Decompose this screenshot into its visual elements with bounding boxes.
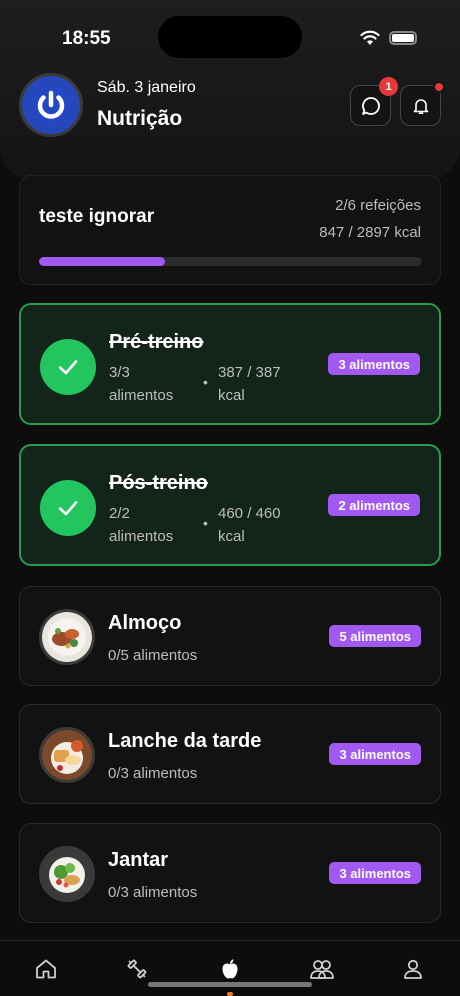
chat-badge: 1: [379, 77, 398, 96]
header-date: Sáb. 3 janeiro: [97, 79, 196, 96]
home-indicator: [148, 982, 312, 987]
meal-foods-count: 0/3 alimentos: [108, 765, 198, 782]
meal-kcal: 387 / 387 kcal: [218, 364, 281, 404]
foods-badge: 3 alimentos: [328, 353, 420, 375]
meal-card-pos-treino[interactable]: Pós-treino 2/2 alimentos • 460 / 460 kcal …: [19, 444, 441, 566]
food-plate-icon: [42, 730, 92, 780]
dumbbell-icon: [127, 959, 147, 979]
completed-check: [40, 339, 96, 395]
meal-photo-jantar: [39, 846, 95, 902]
meal-photo-almoco: [39, 609, 95, 665]
meal-name: Jantar: [108, 849, 169, 871]
separator-dot: •: [203, 515, 208, 531]
meal-name: Almoço: [108, 612, 182, 634]
meal-card-jantar[interactable]: Jantar 0/3 alimentos 3 alimentos: [19, 823, 441, 923]
progress-bar: [39, 257, 422, 266]
meal-card-almoco[interactable]: Almoço 0/5 alimentos 5 alimentos: [19, 586, 441, 686]
food-plate-icon: [42, 612, 92, 662]
apple-icon: [222, 959, 238, 979]
plan-title: teste ignorar: [39, 206, 155, 227]
meal-name: Lanche da tarde: [108, 730, 262, 752]
status-bar: 18:55: [0, 0, 460, 60]
food-plate-icon: [42, 849, 92, 899]
tab-nutrition[interactable]: [216, 955, 244, 983]
meal-card-pre-treino[interactable]: Pré-treino 3/3 alimentos • 387 / 387 kcal …: [19, 303, 441, 425]
notifications-button[interactable]: [400, 81, 445, 126]
completed-check: [40, 480, 96, 536]
meal-foods-count: 0/3 alimentos: [108, 884, 198, 901]
dynamic-island: [158, 16, 302, 58]
bell-icon: [413, 98, 428, 114]
meal-name: Pós-treino: [109, 472, 208, 494]
meal-photo-lanche: [39, 727, 95, 783]
meal-kcal: 460 / 460 kcal: [218, 505, 281, 545]
meal-foods-count: 3/3 alimentos: [109, 364, 174, 404]
meal-name: Pré-treino: [109, 331, 204, 353]
separator-dot: •: [203, 374, 208, 390]
meal-card-lanche-da-tarde[interactable]: Lanche da tarde 0/3 alimentos 3 alimento…: [19, 704, 441, 804]
meal-foods-count: 0/5 alimentos: [108, 647, 198, 664]
page-title: Nutrição: [97, 107, 183, 130]
tab-home[interactable]: [32, 955, 60, 983]
battery-icon: [389, 31, 417, 45]
checkmark-icon: [58, 501, 78, 516]
chat-icon: [361, 96, 380, 115]
tab-community[interactable]: [308, 955, 336, 983]
meals-count: 2/6 refeições: [335, 197, 421, 214]
notification-dot: [433, 81, 445, 93]
status-time: 18:55: [62, 28, 111, 49]
kcal-count: 847 / 2897 kcal: [319, 224, 421, 241]
home-icon: [36, 959, 56, 979]
power-logo-icon: [30, 84, 72, 126]
tab-workout[interactable]: [123, 955, 151, 983]
avatar[interactable]: [19, 73, 83, 137]
tab-bar: [0, 940, 460, 996]
community-icon: [310, 960, 334, 979]
daily-summary-card[interactable]: teste ignorar 2/6 refeições 847 / 2897 k…: [19, 175, 441, 285]
wifi-icon: [360, 30, 380, 45]
active-tab-indicator: [227, 992, 233, 996]
tab-profile[interactable]: [399, 955, 427, 983]
progress-fill: [39, 257, 166, 266]
foods-badge: 3 alimentos: [329, 743, 421, 765]
foods-badge: 2 alimentos: [328, 494, 420, 516]
chat-button[interactable]: 1: [350, 77, 398, 126]
foods-badge: 3 alimentos: [329, 862, 421, 884]
foods-badge: 5 alimentos: [329, 625, 421, 647]
checkmark-icon: [58, 360, 78, 375]
profile-icon: [404, 959, 422, 979]
meal-foods-count: 2/2 alimentos: [109, 505, 174, 545]
